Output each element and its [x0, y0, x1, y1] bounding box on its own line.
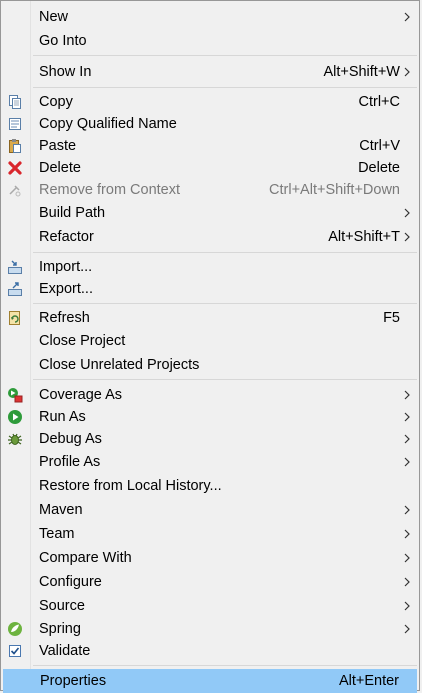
context-menu: New Go Into Show In Alt+Shift+W Copy Ctr… — [0, 0, 420, 693]
menu-item-label: Spring — [39, 621, 81, 637]
menu-item-spring[interactable]: Spring — [3, 618, 417, 640]
import-icon — [7, 259, 23, 275]
chevron-right-icon — [404, 390, 410, 400]
menu-item-copy[interactable]: Copy Ctrl+C — [3, 91, 417, 113]
chevron-right-icon — [404, 412, 410, 422]
menu-item-shortcut: Delete — [358, 160, 400, 176]
menu-item-team[interactable]: Team — [3, 523, 417, 545]
chevron-right-icon — [404, 529, 410, 539]
menu-item-label: Go Into — [39, 33, 87, 49]
menu-item-new[interactable]: New — [3, 6, 417, 28]
menu-item-validate[interactable]: Validate — [3, 640, 417, 662]
menu-item-coverage-as[interactable]: Coverage As — [3, 384, 417, 406]
menu-item-label: Copy — [39, 94, 73, 110]
menu-item-shortcut: Alt+Enter — [338, 673, 399, 689]
menu-item-build-path[interactable]: Build Path — [3, 202, 417, 224]
menu-item-label: Copy Qualified Name — [39, 116, 177, 132]
chevron-right-icon — [404, 457, 410, 467]
checkbox-checked-icon — [7, 643, 23, 659]
menu-item-label: Compare With — [39, 550, 132, 566]
menu-item-label: Delete — [39, 160, 81, 176]
menu-item-go-into[interactable]: Go Into — [3, 30, 417, 52]
menu-item-profile-as[interactable]: Profile As — [3, 451, 417, 473]
menu-item-label: Close Project — [39, 333, 126, 349]
menu-item-label: Restore from Local History... — [39, 478, 222, 494]
chevron-right-icon — [404, 624, 410, 634]
menu-item-close-project[interactable]: Close Project — [3, 330, 417, 352]
menu-item-delete[interactable]: Delete Delete — [3, 157, 417, 179]
copy-qualified-name-icon — [7, 116, 23, 132]
menu-item-label: Maven — [39, 502, 83, 518]
menu-item-label: Source — [39, 598, 85, 614]
menu-item-label: Profile As — [39, 454, 101, 470]
menu-separator — [33, 379, 417, 380]
menu-item-label: Remove from Context — [39, 182, 181, 198]
paste-icon — [7, 138, 23, 154]
menu-item-label: Team — [39, 526, 75, 542]
run-icon — [7, 409, 23, 425]
menu-item-shortcut: Ctrl+V — [359, 138, 400, 154]
menu-item-debug-as[interactable]: Debug As — [3, 428, 417, 450]
menu-item-label: Build Path — [39, 205, 106, 221]
spring-icon — [7, 621, 23, 637]
chevron-right-icon — [404, 434, 410, 444]
chevron-right-icon — [404, 232, 410, 242]
menu-item-shortcut: Ctrl+Alt+Shift+Down — [269, 182, 400, 198]
menu-item-label: Refactor — [39, 229, 94, 245]
menu-item-shortcut: Ctrl+C — [358, 94, 401, 110]
menu-separator — [33, 303, 417, 304]
chevron-right-icon — [404, 601, 410, 611]
menu-separator — [33, 252, 417, 253]
menu-item-shortcut: Alt+Shift+W — [323, 64, 400, 80]
menu-item-maven[interactable]: Maven — [3, 499, 417, 521]
menu-item-run-as[interactable]: Run As — [3, 406, 417, 428]
remove-context-icon — [7, 182, 23, 198]
menu-item-label: Paste — [39, 138, 77, 154]
refresh-icon — [7, 310, 23, 326]
chevron-right-icon — [404, 553, 410, 563]
menu-item-show-in[interactable]: Show In Alt+Shift+W — [3, 61, 417, 83]
menu-item-restore-from-local-history[interactable]: Restore from Local History... — [3, 475, 417, 497]
menu-item-refresh[interactable]: Refresh F5 — [3, 307, 417, 329]
menu-item-label: Show In — [39, 64, 92, 80]
menu-item-label: Properties — [40, 673, 107, 689]
menu-item-label: Export... — [39, 281, 93, 297]
export-icon — [7, 281, 23, 297]
menu-separator — [33, 665, 417, 666]
copy-icon — [7, 94, 23, 110]
menu-item-export[interactable]: Export... — [3, 278, 417, 300]
menu-item-source[interactable]: Source — [3, 595, 417, 617]
menu-item-label: Configure — [39, 574, 102, 590]
menu-item-label: New — [39, 9, 69, 25]
menu-item-compare-with[interactable]: Compare With — [3, 547, 417, 569]
chevron-right-icon — [404, 577, 410, 587]
menu-item-label: Debug As — [39, 431, 102, 447]
menu-item-configure[interactable]: Configure — [3, 571, 417, 593]
debug-icon — [7, 431, 23, 447]
menu-item-remove-from-context: Remove from Context Ctrl+Alt+Shift+Down — [3, 179, 417, 201]
menu-item-shortcut: Alt+Shift+T — [328, 229, 400, 245]
menu-item-properties[interactable]: Properties Alt+Enter — [3, 669, 417, 693]
menu-item-label: Import... — [39, 259, 93, 275]
chevron-right-icon — [404, 505, 410, 515]
menu-item-label: Refresh — [39, 310, 90, 326]
chevron-right-icon — [404, 67, 410, 77]
menu-item-shortcut: F5 — [383, 310, 400, 326]
menu-separator — [33, 55, 417, 56]
menu-item-import[interactable]: Import... — [3, 256, 417, 278]
menu-item-label: Validate — [39, 643, 91, 659]
chevron-right-icon — [404, 12, 410, 22]
menu-item-refactor[interactable]: Refactor Alt+Shift+T — [3, 226, 417, 248]
chevron-right-icon — [404, 208, 410, 218]
menu-item-label: Close Unrelated Projects — [39, 357, 200, 373]
menu-item-paste[interactable]: Paste Ctrl+V — [3, 135, 417, 157]
menu-item-label: Run As — [39, 409, 86, 425]
menu-item-copy-qualified-name[interactable]: Copy Qualified Name — [3, 113, 417, 135]
menu-item-close-unrelated-projects[interactable]: Close Unrelated Projects — [3, 354, 417, 376]
delete-icon — [7, 160, 23, 176]
menu-separator — [33, 87, 417, 88]
coverage-icon — [7, 387, 23, 403]
menu-item-label: Coverage As — [39, 387, 123, 403]
